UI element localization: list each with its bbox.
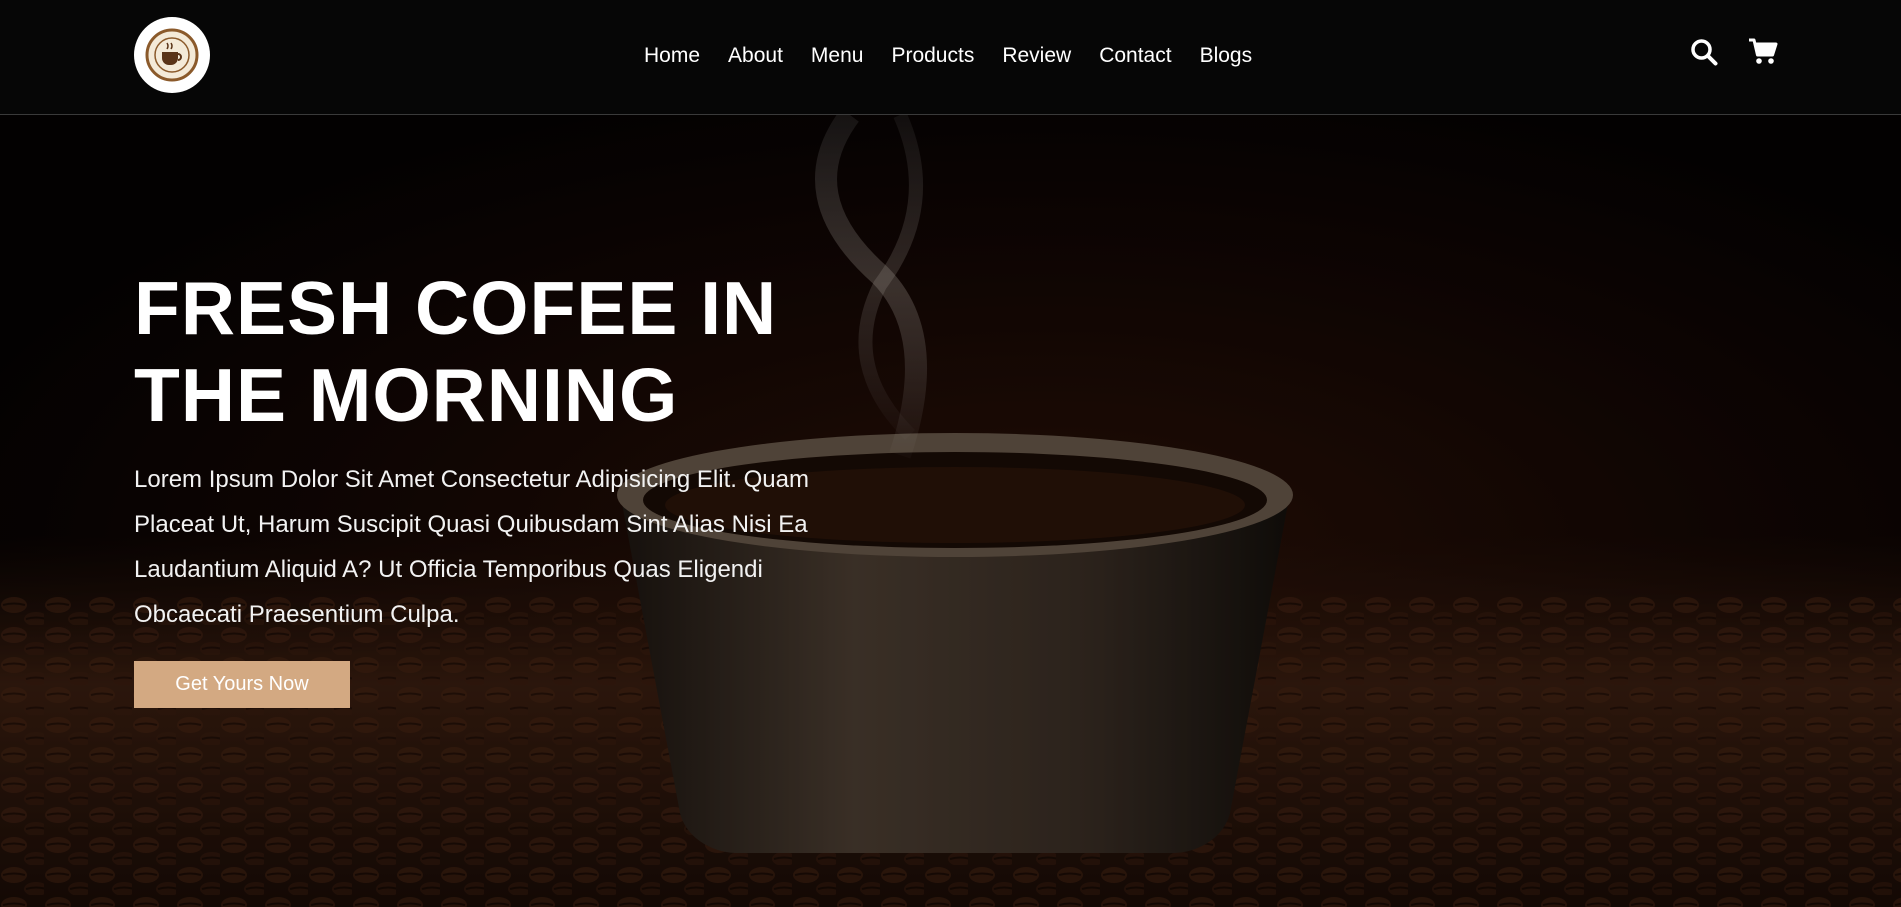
hero-title: FRESH COFEE IN THE MORNING xyxy=(134,265,854,439)
hero-title-line1: FRESH COFEE IN xyxy=(134,266,778,350)
hero-content: FRESH COFEE IN THE MORNING Lorem Ipsum D… xyxy=(134,265,854,708)
nav-link-menu[interactable]: Menu xyxy=(811,44,864,68)
hero-section: FRESH COFEE IN THE MORNING Lorem Ipsum D… xyxy=(0,115,1901,907)
nav-link-review[interactable]: Review xyxy=(1002,44,1071,68)
coffee-logo-icon[interactable] xyxy=(134,17,210,93)
get-yours-now-button[interactable]: Get Yours Now xyxy=(134,661,350,708)
site-header: Home About Menu Products Review Contact … xyxy=(0,0,1901,115)
nav-link-home[interactable]: Home xyxy=(644,44,700,68)
shopping-cart-icon[interactable] xyxy=(1748,38,1778,71)
nav-link-about[interactable]: About xyxy=(728,44,783,68)
nav-link-products[interactable]: Products xyxy=(891,44,974,68)
hero-description: Lorem Ipsum Dolor Sit Amet Consectetur A… xyxy=(134,466,809,628)
nav-link-blogs[interactable]: Blogs xyxy=(1200,44,1253,68)
hero-title-line2: THE MORNING xyxy=(134,353,679,437)
header-icons xyxy=(1690,38,1778,71)
search-icon[interactable] xyxy=(1690,38,1718,71)
nav-link-contact[interactable]: Contact xyxy=(1099,44,1171,68)
main-nav: Home About Menu Products Review Contact … xyxy=(644,0,1252,111)
